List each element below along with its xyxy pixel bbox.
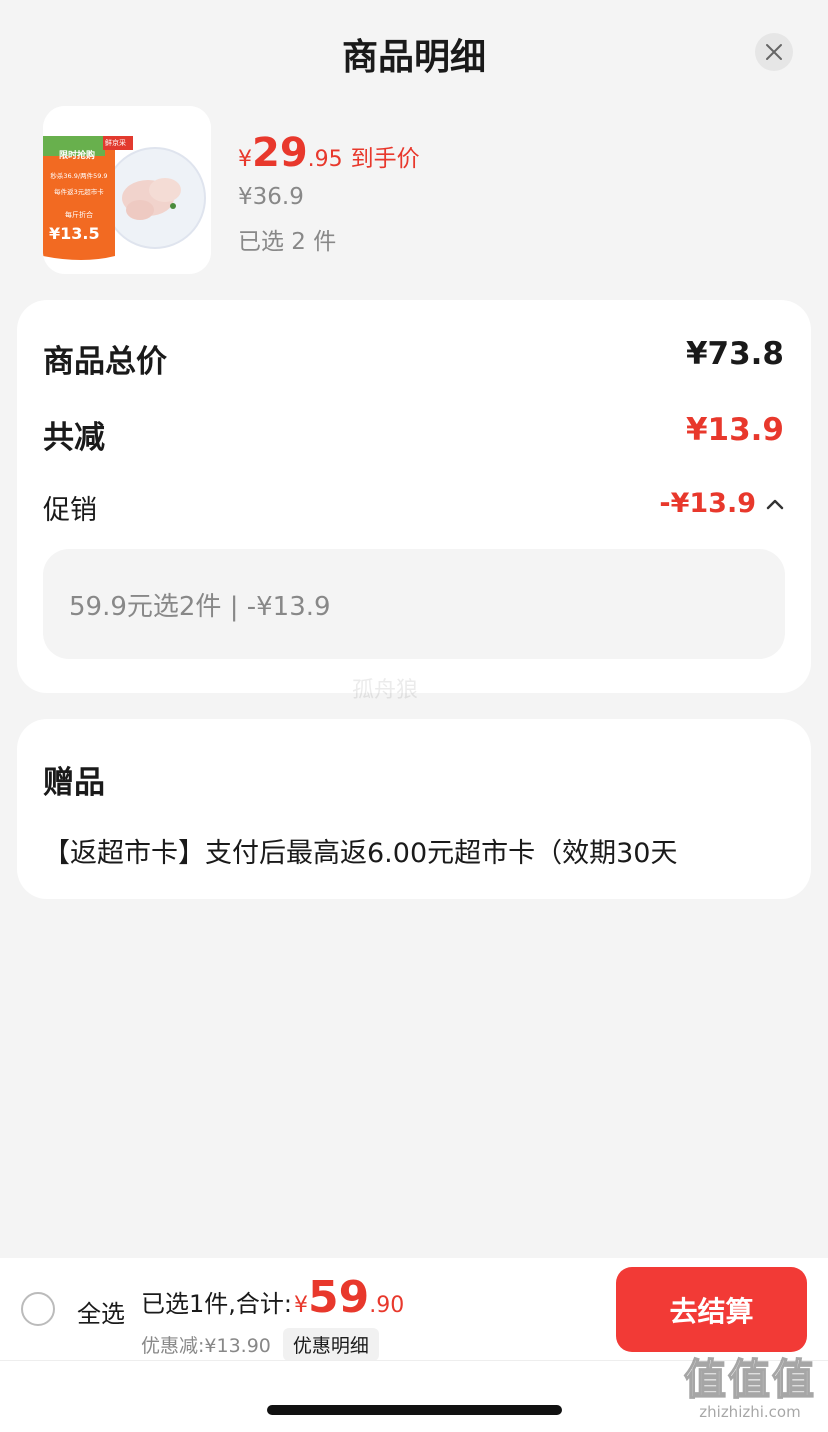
promo-detail: 59.9元选2件 | -¥13.9 bbox=[43, 549, 785, 659]
close-button[interactable] bbox=[755, 33, 793, 71]
reduce-value: ¥13.9 bbox=[685, 412, 784, 448]
watermark: 孤舟狼 bbox=[352, 678, 419, 703]
chevron-up-icon bbox=[766, 499, 784, 509]
selected-count: 已选 2 件 bbox=[238, 229, 337, 255]
total-integer: 59 bbox=[307, 1272, 370, 1323]
price-breakdown-card: 商品总价 ¥73.8 共减 ¥13.9 促销 -¥13.9 59.9元选2件 |… bbox=[17, 300, 811, 693]
checkout-bar: 全选 已选1件,合计: ¥59.90 优惠减:¥13.90 优惠明细 去结算 bbox=[0, 1258, 828, 1361]
home-indicator bbox=[267, 1405, 562, 1415]
detail-sheet: 商品明细 限时抢购 鲜京采 秒杀36.9/两件59.9 每件返3元超市卡 每斤折… bbox=[0, 0, 828, 1432]
discount-text: 优惠减:¥13.90 bbox=[141, 1335, 271, 1357]
price-decimal: .95 bbox=[307, 147, 343, 172]
discount-detail-button[interactable]: 优惠明细 bbox=[282, 1328, 379, 1361]
promo-toggle[interactable]: -¥13.9 bbox=[659, 488, 784, 519]
thumb-brand: 鲜京采 bbox=[105, 139, 126, 147]
select-all-radio[interactable] bbox=[21, 1292, 55, 1326]
total-symbol: ¥ bbox=[293, 1293, 308, 1318]
total-price-value: ¥73.8 bbox=[685, 336, 784, 372]
thumb-line2: 每件返3元超市卡 bbox=[54, 188, 104, 196]
close-icon bbox=[766, 44, 782, 60]
original-price: ¥36.9 bbox=[238, 184, 304, 210]
total-price-label: 商品总价 bbox=[43, 344, 167, 380]
price-symbol: ¥ bbox=[238, 147, 252, 172]
promo-label: 促销 bbox=[43, 495, 97, 526]
gift-title: 赠品 bbox=[43, 765, 105, 801]
price-integer: 29 bbox=[252, 130, 308, 176]
gift-description: 【返超市卡】支付后最高返6.00元超市卡（效期30天 bbox=[43, 838, 678, 869]
thumb-line3: 每斤折合 bbox=[65, 211, 93, 219]
thumb-line1: 秒杀36.9/两件59.9 bbox=[50, 172, 108, 180]
site-watermark: 值值值 zhizhizhi.com bbox=[676, 1346, 824, 1421]
thumb-badge: 限时抢购 bbox=[58, 151, 95, 161]
total-decimal: .90 bbox=[369, 1293, 405, 1318]
deal-price: ¥29.95 到手价 bbox=[238, 130, 420, 176]
promo-value: -¥13.9 bbox=[659, 488, 756, 519]
product-image[interactable]: 限时抢购 鲜京采 秒杀36.9/两件59.9 每件返3元超市卡 每斤折合 ¥13… bbox=[43, 106, 211, 274]
thumb-price: ¥13.5 bbox=[49, 224, 100, 243]
total-line: 已选1件,合计: ¥59.90 bbox=[141, 1272, 404, 1323]
price-tag: 到手价 bbox=[350, 146, 420, 172]
site-watermark-logo: 值值值 bbox=[683, 1354, 816, 1405]
total-label: 已选1件,合计: bbox=[141, 1290, 292, 1318]
reduce-label: 共减 bbox=[43, 420, 105, 456]
page-title: 商品明细 bbox=[341, 37, 486, 78]
checkout-button[interactable]: 去结算 bbox=[616, 1267, 807, 1352]
select-all-label[interactable]: 全选 bbox=[77, 1294, 125, 1329]
discount-line: 优惠减:¥13.90 优惠明细 bbox=[141, 1328, 379, 1361]
gift-card: 赠品 【返超市卡】支付后最高返6.00元超市卡（效期30天 bbox=[17, 719, 811, 899]
